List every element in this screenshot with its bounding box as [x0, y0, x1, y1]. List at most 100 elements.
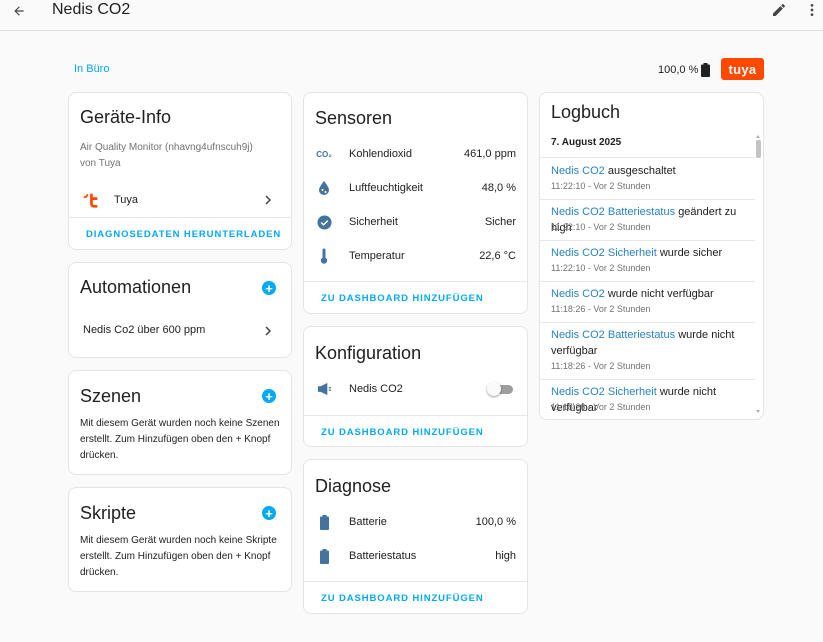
battery-level-text: 100,0 %	[658, 64, 699, 76]
download-diagnostics-button[interactable]: DIAGNOSEDATEN HERUNTERLADEN	[86, 229, 281, 240]
log-time: 11:22:10 - Vor 2 Stunden	[551, 181, 651, 191]
card-title: Sensoren	[315, 108, 393, 128]
automations-card: Automationen + Nedis Co2 über 600 ppm	[68, 262, 292, 358]
sensor-row[interactable]: CO₂ Kohlendioxid 461,0 ppm	[304, 144, 527, 164]
log-time: 11:18:26 - Vor 2 Stunden	[551, 304, 651, 314]
log-time: 11:18:26 - Vor 2 Stunden	[551, 402, 651, 412]
edit-button[interactable]	[771, 2, 789, 20]
card-title: Automationen	[80, 277, 192, 297]
log-time: 11:22:10 - Vor 2 Stunden	[551, 222, 651, 232]
dots-vertical-icon	[810, 4, 814, 16]
config-name: Nedis CO2	[349, 383, 403, 395]
configuration-card: Konfiguration Nedis CO2 ZU DASHBOARD HIN…	[303, 326, 528, 447]
tuya-integration-icon	[83, 193, 98, 208]
add-to-dashboard-button[interactable]: ZU DASHBOARD HINZUFÜGEN	[321, 427, 484, 438]
sensor-row[interactable]: Sicherheit Sicher	[304, 212, 527, 232]
back-button[interactable]	[8, 0, 30, 22]
diagnostic-row[interactable]: Batteriestatus high	[304, 546, 527, 566]
battery-icon	[701, 63, 711, 77]
chevron-right-icon	[265, 326, 272, 336]
diagnostic-row[interactable]: Batterie 100,0 %	[304, 512, 527, 532]
entity-link[interactable]: Nedis CO2 Sicherheit	[551, 247, 657, 259]
divider	[540, 157, 755, 158]
sensor-row[interactable]: Luftfeuchtigkeit 48,0 %	[304, 178, 527, 198]
diagnostic-name: Batterie	[349, 516, 387, 528]
battery-icon	[316, 514, 332, 530]
add-automation-button[interactable]: +	[262, 281, 276, 295]
card-title: Logbuch	[551, 102, 621, 122]
logbook-card: Logbuch 7. August 2025 Nedis CO2 ausgesc…	[539, 92, 764, 420]
device-model: Air Quality Monitor (nhavng4ufnscuh9j)	[80, 142, 253, 153]
automation-name: Nedis Co2 über 600 ppm	[83, 324, 206, 336]
card-title: Konfiguration	[315, 343, 422, 363]
divider	[540, 322, 755, 323]
log-entry: Nedis CO2 Batteriestatus geändert zu hig…	[540, 204, 763, 240]
divider	[304, 581, 527, 582]
sensor-row[interactable]: Temperatur 22,6 °C	[304, 246, 527, 266]
log-text: wurde nicht verfügbar	[607, 288, 714, 300]
config-row: Nedis CO2	[304, 379, 527, 399]
sensor-name: Luftfeuchtigkeit	[349, 182, 423, 194]
sensor-value: Sicher	[484, 216, 516, 228]
diagnostics-card: Diagnose Batterie 100,0 % Batteriestatus…	[303, 459, 528, 614]
add-to-dashboard-button[interactable]: ZU DASHBOARD HINZUFÜGEN	[321, 593, 484, 604]
divider	[304, 281, 527, 282]
logbook-scrollbar[interactable]	[756, 135, 761, 413]
scripts-empty-text: Mit diesem Gerät wurden noch keine Skrip…	[80, 535, 277, 578]
divider	[69, 217, 291, 218]
entity-link[interactable]: Nedis CO2 Sicherheit	[551, 386, 657, 398]
sensor-name: Temperatur	[349, 250, 405, 262]
divider	[540, 379, 755, 380]
page-title: Nedis CO2	[52, 1, 131, 18]
log-entry: Nedis CO2 wurde nicht verfügbar 11:18:26…	[540, 286, 763, 322]
automation-item[interactable]: Nedis Co2 über 600 ppm	[69, 321, 291, 341]
card-title: Skripte	[80, 503, 137, 523]
battery-status-top: 100,0 %	[658, 63, 711, 77]
overflow-menu-button[interactable]	[804, 2, 822, 20]
log-entry: Nedis CO2 Batteriestatus wurde nicht ver…	[540, 327, 763, 379]
sensors-card: Sensoren CO₂ Kohlendioxid 461,0 ppm Luft…	[303, 92, 528, 314]
arrow-left-icon	[14, 6, 24, 16]
sensor-value: 22,6 °C	[479, 250, 516, 262]
entity-link[interactable]: Nedis CO2	[551, 165, 605, 177]
integration-row[interactable]: Tuya	[69, 189, 291, 211]
log-entry: Nedis CO2 Sicherheit wurde nicht verfügb…	[540, 384, 763, 419]
add-to-dashboard-button[interactable]: ZU DASHBOARD HINZUFÜGEN	[321, 293, 484, 304]
scrollbar-thumb[interactable]	[756, 140, 761, 158]
diagnostic-value: 100,0 %	[475, 516, 516, 528]
sensor-value: 48,0 %	[481, 182, 516, 194]
check-circle-icon	[316, 214, 332, 230]
log-time: 11:22:10 - Vor 2 Stunden	[551, 263, 651, 273]
log-time: 11:18:26 - Vor 2 Stunden	[551, 361, 651, 371]
divider	[540, 240, 755, 241]
scroll-up-arrow[interactable]	[756, 135, 760, 138]
entity-link[interactable]: Nedis CO2 Batteriestatus	[551, 206, 675, 218]
device-info-card: Geräte-Info Air Quality Monitor (nhavng4…	[68, 92, 292, 250]
megaphone-icon	[316, 381, 332, 397]
battery-icon	[316, 548, 332, 564]
scenes-empty-text: Mit diesem Gerät wurden noch keine Szene…	[80, 418, 280, 461]
co2-icon: CO₂	[316, 149, 332, 159]
log-text: wurde sicher	[659, 247, 723, 259]
divider	[304, 415, 527, 416]
pencil-icon	[773, 4, 785, 16]
area-link[interactable]: In Büro	[74, 63, 109, 75]
top-app-bar: Nedis CO2	[0, 0, 823, 31]
add-scene-button[interactable]: +	[262, 389, 276, 403]
toggle-switch[interactable]	[487, 382, 513, 396]
sensor-value: 461,0 ppm	[464, 148, 516, 160]
card-title: Diagnose	[315, 476, 392, 496]
add-script-button[interactable]: +	[262, 506, 276, 520]
log-entry: Nedis CO2 ausgeschaltet 11:22:10 - Vor 2…	[540, 163, 763, 199]
card-title: Szenen	[80, 386, 142, 406]
scenes-card: Szenen + Mit diesem Gerät wurden noch ke…	[68, 370, 292, 475]
diagnostic-value: high	[495, 550, 516, 562]
log-entry: Nedis CO2 Sicherheit wurde sicher 11:22:…	[540, 245, 763, 281]
logbook-date: 7. August 2025	[551, 137, 622, 148]
thermometer-icon	[316, 248, 332, 264]
entity-link[interactable]: Nedis CO2 Batteriestatus	[551, 329, 675, 341]
entity-link[interactable]: Nedis CO2	[551, 288, 605, 300]
tuya-logo: tuya	[721, 58, 764, 80]
scroll-down-arrow[interactable]	[756, 410, 760, 413]
scripts-card: Skripte + Mit diesem Gerät wurden noch k…	[68, 487, 292, 592]
